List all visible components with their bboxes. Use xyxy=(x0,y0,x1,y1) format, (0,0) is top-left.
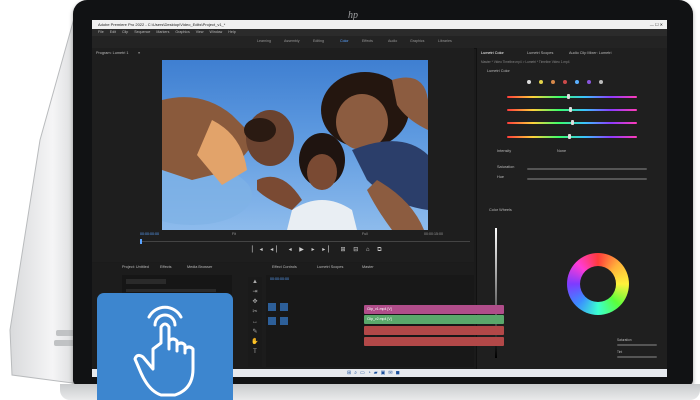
video-frame-image xyxy=(162,72,428,230)
timeline-clip[interactable] xyxy=(364,326,504,335)
saturation-slider[interactable] xyxy=(527,168,647,170)
explorer-icon[interactable]: ▰ xyxy=(374,370,381,376)
panel-menu-icon[interactable]: ≡ xyxy=(138,51,140,55)
tab-effect-controls[interactable]: Effect Controls xyxy=(272,265,297,269)
taskview-icon[interactable]: ▭ xyxy=(360,370,368,376)
lumetri-label-saturation: Saturation xyxy=(497,165,515,169)
input-lut-value[interactable]: None xyxy=(557,149,566,153)
hue-vs-sat-slider[interactable] xyxy=(507,109,637,111)
color-wheel[interactable] xyxy=(567,253,629,315)
lumetri-tab-color[interactable]: Lumetri Color xyxy=(481,51,504,55)
track-sync-v1[interactable] xyxy=(280,303,288,311)
slider-knob[interactable] xyxy=(567,94,570,99)
transport-controls[interactable]: ▏◂ ◂▏ ◂ ▶ ▸ ▸▏ ⊞ ⊟ ⌂ ⧉ xyxy=(252,246,384,254)
workspace-tab-editing[interactable]: Editing xyxy=(313,39,324,43)
project-search-input[interactable] xyxy=(126,279,166,284)
menu-item-view[interactable]: View xyxy=(196,30,204,34)
touchscreen-badge xyxy=(97,293,233,400)
workspace-tab-effects[interactable]: Effects xyxy=(362,39,373,43)
window-titlebar[interactable]: Adobe Premiere Pro 2022 - C:\Users\Deskt… xyxy=(92,20,667,29)
window-controls[interactable]: — ☐ ✕ xyxy=(650,20,663,29)
menu-item-edit[interactable]: Edit xyxy=(110,30,116,34)
track-target-v1[interactable] xyxy=(268,303,276,311)
program-controls: 00:00:00:00 Fit Full 00:00:15:00 ▏◂ ◂▏ ◂… xyxy=(92,231,474,263)
workspace-tab-assembly[interactable]: Assembly xyxy=(284,39,300,43)
color-wheels-label[interactable]: Color Wheels xyxy=(489,208,512,212)
tab-master[interactable]: Master xyxy=(362,265,374,269)
tab-media-browser[interactable]: Media Browser xyxy=(187,265,212,269)
hue-vs-luma-slider[interactable] xyxy=(507,136,637,138)
type-tool-icon[interactable]: T xyxy=(248,347,262,357)
lumetri-tab-mixer[interactable]: Audio Clip Mixer: Lumetri xyxy=(569,51,611,55)
razor-tool-icon[interactable]: ✂ xyxy=(248,307,262,317)
mail-icon[interactable]: ✉ xyxy=(388,370,395,376)
program-timecode[interactable]: 00:00:00:00 xyxy=(140,232,159,236)
touch-hand-icon xyxy=(133,305,195,397)
tools-panel: ▲ ⇥ ✥ ✂ ↔ ✎ ✋ T xyxy=(248,277,262,367)
color-wheel-center[interactable] xyxy=(580,266,616,302)
hue-adjust-slider[interactable] xyxy=(527,178,647,180)
taskbar-icons: ⊞⌕▭◔▰▣✉◼ xyxy=(347,370,403,376)
list-item[interactable] xyxy=(126,289,216,292)
ripple-tool-icon[interactable]: ✥ xyxy=(248,297,262,307)
menu-item-window[interactable]: Window xyxy=(210,30,223,34)
lumetri-label-intensity: Intensity xyxy=(497,149,512,153)
timeline-clip[interactable]: Clip_v2.mp4 [V] xyxy=(364,315,504,324)
lumetri-label-tint: Tint xyxy=(617,350,623,354)
workspace-tab-learning[interactable]: Learning xyxy=(257,39,271,43)
lumetri-label-hue: Hue xyxy=(497,175,504,179)
playhead[interactable] xyxy=(140,239,142,244)
lumetri-label-saturation-2: Saturation xyxy=(617,338,632,342)
hue-slider[interactable] xyxy=(507,96,637,98)
track-select-tool-icon[interactable]: ⇥ xyxy=(248,287,262,297)
menu-item-sequence[interactable]: Sequence xyxy=(134,30,150,34)
timeline-clip[interactable] xyxy=(364,337,504,346)
wheel-tint-slider[interactable] xyxy=(617,356,657,358)
pen-tool-icon[interactable]: ✎ xyxy=(248,327,262,337)
timeline-timecode[interactable]: 00:00:00:00 xyxy=(270,277,289,281)
tab-effects[interactable]: Effects xyxy=(160,265,172,269)
quality-select[interactable]: Full xyxy=(362,232,368,236)
lumetri-clip-path: Master * Video Timeline.mp4 > Lumetri * … xyxy=(481,60,570,64)
track-headers xyxy=(268,303,316,347)
timeline-clip[interactable]: Clip_v1.mp4 [V] xyxy=(364,305,504,314)
menu-item-file[interactable]: File xyxy=(98,30,104,34)
program-monitor-title[interactable]: Program: Lumetri 1 xyxy=(96,51,129,55)
menu-item-help[interactable]: Help xyxy=(228,30,235,34)
duration-timecode: 00:00:15:00 xyxy=(424,232,443,236)
lumetri-color-panel: Lumetri Color Lumetri Scopes Audio Clip … xyxy=(476,48,667,377)
scrub-bar[interactable] xyxy=(140,241,470,242)
slider-knob[interactable] xyxy=(569,107,572,112)
menu-item-graphics[interactable]: Graphics xyxy=(175,30,189,34)
lumetri-section-title[interactable]: Lumetri Color xyxy=(487,69,510,73)
workspace-tab-audio[interactable]: Audio xyxy=(388,39,397,43)
clip-label: Clip_v2.mp4 [V] xyxy=(367,317,392,321)
hand-tool-icon[interactable]: ✋ xyxy=(248,337,262,347)
track-target-a1[interactable] xyxy=(268,317,276,325)
video-frame xyxy=(162,60,428,230)
selection-tool-icon[interactable]: ▲ xyxy=(248,277,262,287)
timeline-panel: 00:00:00:00 Clip_v1.mp4 [V] Clip_v2.mp4 … xyxy=(266,275,504,367)
menu-item-clip[interactable]: Clip xyxy=(122,30,128,34)
menu-item-markers[interactable]: Markers xyxy=(156,30,169,34)
clip-label: Clip_v1.mp4 [V] xyxy=(367,307,392,311)
preset-swatches[interactable] xyxy=(527,80,647,86)
window-title: Adobe Premiere Pro 2022 - C:\Users\Deskt… xyxy=(98,22,226,27)
slider-knob[interactable] xyxy=(571,120,574,125)
wheel-saturation-slider[interactable] xyxy=(617,344,657,346)
lumetri-tab-scopes[interactable]: Lumetri Scopes xyxy=(527,51,553,55)
premiere-icon[interactable]: ◼ xyxy=(396,370,403,376)
workspace-tab-libraries[interactable]: Libraries xyxy=(438,39,452,43)
slip-tool-icon[interactable]: ↔ xyxy=(248,317,262,327)
zoom-select[interactable]: Fit xyxy=(232,232,236,236)
workspace-tab-color[interactable]: Color xyxy=(340,39,349,43)
slider-knob[interactable] xyxy=(568,134,571,139)
menu-bar: File Edit Clip Sequence Markers Graphics… xyxy=(92,29,667,36)
track-sync-a1[interactable] xyxy=(280,317,288,325)
workspace-tab-graphics[interactable]: Graphics xyxy=(410,39,424,43)
tab-project[interactable]: Project: Untitled xyxy=(122,265,149,269)
tab-lumetri-scopes[interactable]: Lumetri Scopes xyxy=(317,265,343,269)
